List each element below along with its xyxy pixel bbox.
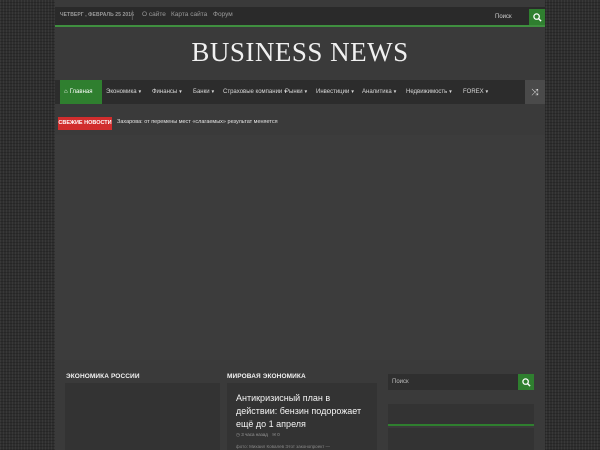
shuffle-icon: ⤨ (531, 86, 539, 97)
sidebar-search-button[interactable] (518, 374, 534, 390)
site-logo[interactable]: BUSINESS NEWS (55, 37, 545, 68)
header: BUSINESS NEWS (55, 27, 545, 77)
clock-icon: ◷ (236, 432, 240, 437)
nav-label: Финансы (152, 89, 178, 95)
current-date: ЧЕТВЕРГ , ФЕВРАЛЬ 25 2016 (60, 12, 135, 18)
search-icon (532, 12, 542, 22)
caret-down-icon: ▼ (210, 89, 216, 94)
section-title-economy-russia[interactable]: ЭКОНОМИКА РОССИИ (66, 373, 140, 380)
section-title-world-economy[interactable]: МИРОВАЯ ЭКОНОМИКА (227, 373, 306, 380)
nav-home[interactable]: ⌂ Главная (60, 80, 102, 104)
caret-down-icon: ▼ (350, 89, 355, 94)
search-icon (521, 377, 531, 387)
nav-home-label: Главная (69, 89, 93, 95)
divider: | (131, 10, 134, 21)
article-time: 3 часа назад (241, 432, 268, 437)
nav-label: Экономика (106, 89, 137, 95)
nav-item-markets[interactable]: Рынки▼ (285, 80, 308, 104)
article-title[interactable]: Антикризисный план в действии: бензин по… (236, 392, 371, 431)
comment-icon: ✉ (272, 432, 276, 437)
caret-down-icon: ▼ (448, 89, 453, 94)
article-excerpt: фото: Михаил Ковалев Этот законопроект — (236, 444, 331, 449)
link-sitemap[interactable]: Карта сайта (171, 11, 207, 18)
main-nav: ⌂ Главная Экономика▼ Финансы▼ Банки▼ Стра… (55, 80, 545, 104)
sidebar-widget (388, 428, 534, 450)
link-forum[interactable]: Форум (213, 11, 233, 18)
nav-item-analytics[interactable]: Аналитика▼ (362, 80, 397, 104)
nav-label: Недвижимость (406, 89, 448, 95)
breaking-news-link[interactable]: Захарова: от перемены мест «слагаемых» р… (117, 119, 278, 125)
random-article-button[interactable]: ⤨ (525, 80, 545, 104)
sidebar-divider (388, 424, 534, 426)
nav-item-economy[interactable]: Экономика▼ (106, 80, 142, 104)
nav-item-real-estate[interactable]: Недвижимость▼ (406, 80, 453, 104)
top-bar: ЧЕТВЕРГ , ФЕВРАЛЬ 25 2016 | О сайте Карт… (55, 7, 545, 27)
breaking-news-label: СВЕЖИЕ НОВОСТИ (58, 117, 112, 130)
sidebar-search-input[interactable]: Поиск (388, 374, 518, 390)
page-wrapper: ЧЕТВЕРГ , ФЕВРАЛЬ 25 2016 | О сайте Карт… (55, 0, 545, 450)
top-search-button[interactable] (529, 9, 545, 25)
nav-label: Аналитика (362, 89, 392, 95)
top-search-input[interactable]: Поиск (492, 10, 530, 24)
caret-down-icon: ▼ (178, 89, 183, 94)
article-comments[interactable]: 0 (277, 432, 280, 437)
featured-slider (55, 135, 545, 360)
nav-label: Банки (193, 89, 210, 95)
nav-item-finance[interactable]: Финансы▼ (152, 80, 183, 104)
sidebar-widget (388, 404, 534, 424)
nav-label: Страховые компании (223, 89, 283, 95)
nav-label: FOREX (463, 89, 484, 95)
article-meta: ◷ 3 часа назад ✉ 0 (236, 432, 280, 438)
nav-item-investments[interactable]: Инвестиции▼ (316, 80, 355, 104)
caret-down-icon: ▼ (484, 89, 490, 94)
caret-down-icon: ▼ (137, 89, 143, 94)
economy-russia-box (65, 383, 220, 450)
nav-item-banks[interactable]: Банки▼ (193, 80, 215, 104)
home-icon: ⌂ (64, 89, 68, 95)
nav-label: Инвестиции (316, 89, 350, 95)
nav-item-insurance[interactable]: Страховые компании▼ (223, 80, 288, 104)
nav-item-forex[interactable]: FOREX▼ (463, 80, 489, 104)
breaking-news-bar: СВЕЖИЕ НОВОСТИ Захарова: от перемены мес… (55, 115, 545, 131)
caret-down-icon: ▼ (392, 89, 398, 94)
link-about[interactable]: О сайте (142, 11, 166, 18)
caret-down-icon: ▼ (303, 89, 309, 94)
nav-label: Рынки (285, 89, 303, 95)
